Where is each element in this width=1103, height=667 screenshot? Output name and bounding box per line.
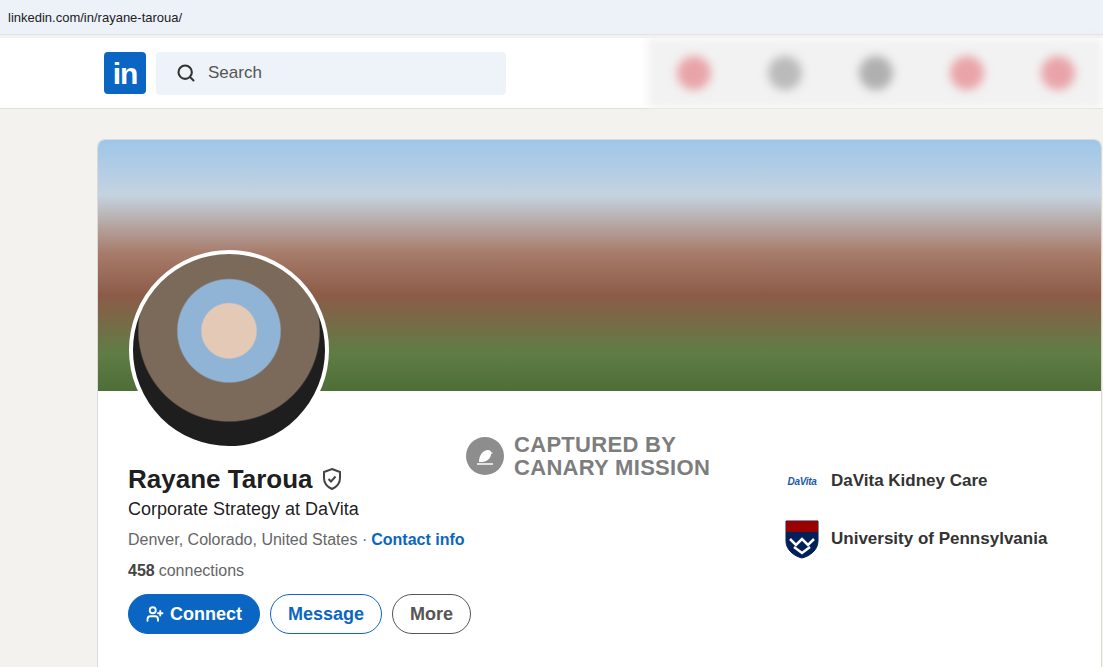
profile-actions: ConnectMessageMore (128, 594, 783, 634)
name-row: Rayane Taroua (128, 463, 783, 495)
contact-info-link[interactable]: Contact info (371, 531, 464, 548)
connections-count: 458 (128, 562, 155, 579)
organization-name: University of Pennsylvania (831, 529, 1047, 549)
top-navigation: in Search (0, 38, 1103, 109)
canary-bird-icon (473, 444, 497, 468)
organization-logo (783, 519, 821, 559)
watermark-line: CANARY MISSION (514, 456, 710, 479)
penn-shield-icon (784, 519, 820, 559)
profile-name: Rayane Taroua (128, 463, 312, 495)
watermark: CAPTURED BYCANARY MISSION (466, 433, 710, 479)
nav-item-icon[interactable] (1041, 56, 1075, 90)
primary-action-button[interactable]: Connect (128, 594, 260, 634)
nav-item-icon[interactable] (768, 56, 802, 90)
davita-logo: DaVita (788, 476, 817, 487)
search-field[interactable]: Search (156, 52, 506, 95)
nav-item-icon[interactable] (677, 56, 711, 90)
outline-action-button[interactable]: Message (270, 594, 382, 634)
profile-card: Rayane TarouaCorporate Strategy at DaVit… (97, 139, 1102, 667)
blurred-nav (648, 38, 1103, 108)
organizations: DaVita DaVita Kidney Care University of Pe… (783, 391, 1101, 634)
profile-body: Rayane TarouaCorporate Strategy at DaVit… (98, 391, 1101, 634)
watermark-logo (466, 437, 504, 475)
organization-name: DaVita Kidney Care (831, 471, 988, 491)
nav-item-icon[interactable] (950, 56, 984, 90)
linkedin-logo[interactable]: in (104, 52, 146, 94)
location: Denver, Colorado, United States ·Contact… (128, 529, 783, 551)
watermark-text: CAPTURED BYCANARY MISSION (514, 433, 710, 479)
verified-shield-icon (320, 467, 344, 491)
user-plus-icon (146, 605, 164, 623)
muted-action-button[interactable]: More (392, 594, 471, 634)
connections: 458connections (128, 560, 783, 582)
page: linkedin.com/in/rayane-taroua/in Search Ra… (0, 0, 1103, 667)
url[interactable]: linkedin.com/in/rayane-taroua/ (8, 10, 182, 25)
profile-photo[interactable] (129, 250, 329, 450)
search-placeholder: Search (208, 63, 262, 83)
watermark-line: CAPTURED BY (514, 433, 710, 456)
browser-address-bar[interactable]: linkedin.com/in/rayane-taroua/ (0, 0, 1103, 35)
organization-row[interactable]: University of Pennsylvania (783, 519, 1101, 559)
organization-row[interactable]: DaVita DaVita Kidney Care (783, 469, 1101, 493)
organization-logo: DaVita (783, 476, 821, 487)
nav-item-icon[interactable] (859, 56, 893, 90)
search-icon (176, 63, 196, 83)
headline: Corporate Strategy at DaVita (128, 497, 783, 521)
